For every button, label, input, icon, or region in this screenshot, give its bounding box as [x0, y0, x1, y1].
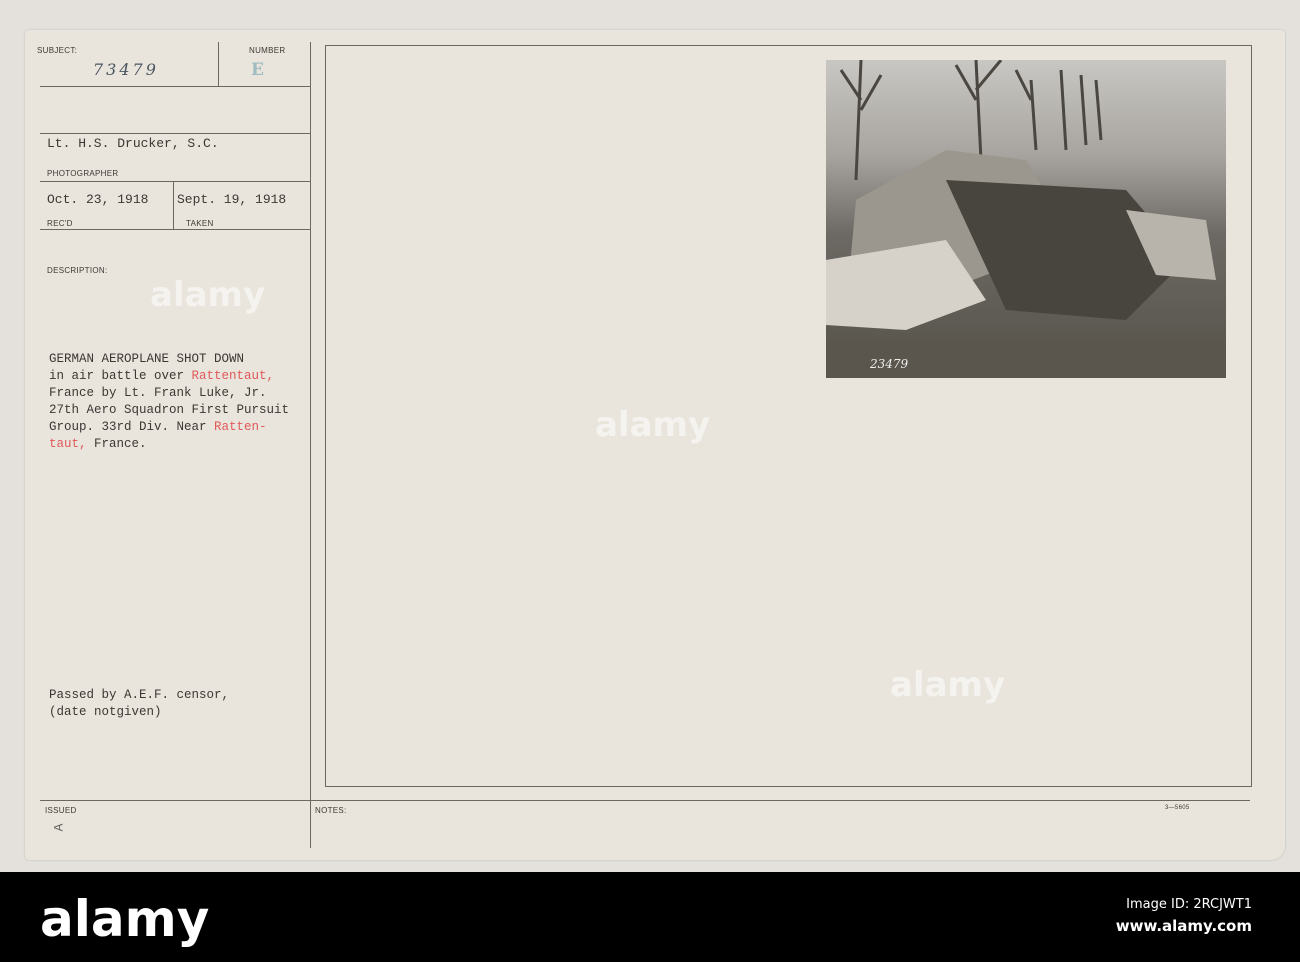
- form-number: 3—5605: [1165, 805, 1190, 811]
- issued-value: A: [51, 823, 67, 832]
- photographer-value: Lt. H.S. Drucker, S.C.: [47, 136, 219, 151]
- description-line: France by Lt. Frank Luke, Jr.: [49, 386, 267, 400]
- subject-label: SUBJECT:: [37, 46, 78, 55]
- description-line: GERMAN AEROPLANE SHOT DOWN: [49, 352, 245, 366]
- censor-text: Passed by A.E.F. censor, (date notgiven): [49, 687, 229, 721]
- taken-value: Sept. 19, 1918: [177, 192, 287, 207]
- divider: [173, 181, 174, 229]
- photographer-label: PHOTOGRAPHER: [47, 169, 119, 178]
- divider: [310, 42, 311, 848]
- stock-footer: alamy Image ID: 2RCJWT1 www.alamy.com: [0, 872, 1300, 962]
- received-label: REC'D: [47, 219, 73, 228]
- divider: [40, 133, 310, 134]
- description-line: in air battle over Rattentaut,: [49, 369, 275, 383]
- description-line: Group. 33rd Div. Near Ratten-: [49, 420, 267, 434]
- description-line: 27th Aero Squadron First Pursuit: [49, 403, 290, 417]
- issued-label: ISSUED: [45, 806, 77, 815]
- photo-stamp-number: 23479: [870, 357, 909, 371]
- censor-line: Passed by A.E.F. censor,: [49, 688, 230, 702]
- watermark: alamy: [890, 665, 1006, 705]
- divider: [40, 800, 1250, 801]
- description-label: DESCRIPTION:: [47, 266, 108, 275]
- divider: [218, 42, 219, 86]
- description-text: GERMAN AEROPLANE SHOT DOWN in air battle…: [49, 351, 289, 453]
- site-url[interactable]: www.alamy.com: [1116, 917, 1252, 935]
- notes-label: NOTES:: [315, 806, 347, 815]
- watermark: alamy: [595, 405, 711, 445]
- received-value: Oct. 23, 1918: [47, 192, 149, 207]
- number-label: NUMBER: [249, 46, 286, 55]
- description-line: taut, France.: [49, 437, 147, 451]
- alamy-logo: alamy: [40, 890, 210, 948]
- divider: [40, 86, 310, 87]
- photo-scene: [826, 60, 1226, 378]
- photograph-crashed-aeroplane: 23479: [826, 60, 1226, 378]
- censor-line: (date notgiven): [49, 705, 162, 719]
- divider: [40, 229, 310, 230]
- divider: [40, 181, 310, 182]
- image-id: Image ID: 2RCJWT1: [1126, 897, 1252, 912]
- taken-label: TAKEN: [186, 219, 214, 228]
- archival-photo-card: SUBJECT: 73479 NUMBER E Lt. H.S. Drucker…: [25, 30, 1285, 860]
- subject-value: 73479: [93, 60, 159, 79]
- number-value: E: [251, 60, 264, 80]
- watermark: alamy: [150, 275, 266, 315]
